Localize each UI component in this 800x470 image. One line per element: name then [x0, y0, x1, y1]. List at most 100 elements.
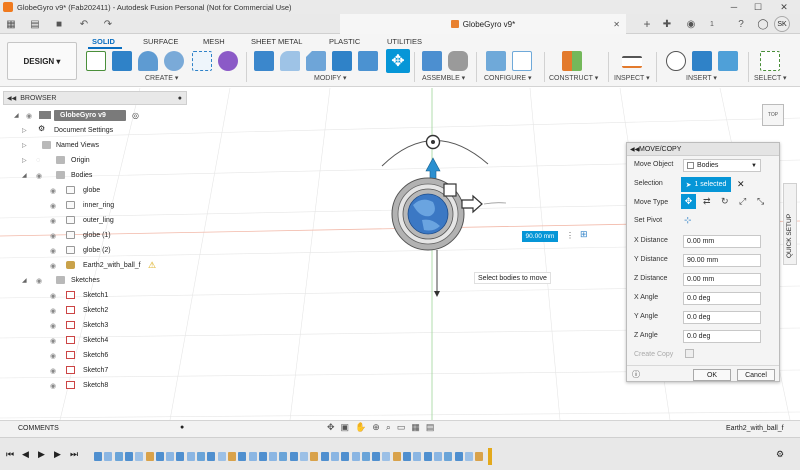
- visibility-eye-icon[interactable]: ◉: [36, 277, 42, 285]
- rotate-icon[interactable]: ↻: [721, 196, 729, 207]
- pan-icon[interactable]: ✋: [355, 422, 366, 433]
- timeline-forward-icon[interactable]: ▶: [54, 449, 61, 460]
- offset-plane-icon[interactable]: [562, 51, 582, 71]
- redo-icon[interactable]: ↷: [100, 17, 116, 31]
- timeline-feature-icon[interactable]: [413, 452, 422, 461]
- browser-item-globe-1[interactable]: ◉ globe (1): [46, 228, 196, 243]
- viewport-canvas[interactable]: ◀◀ BROWSER ● ◢ ◉ GlobeGyro v9 ◎ ▷ ⚙ Docu…: [0, 88, 800, 420]
- notification-count[interactable]: 1: [704, 17, 720, 31]
- help-circle-icon[interactable]: ◯: [756, 17, 770, 31]
- collapse-triangle-icon[interactable]: ◢: [14, 112, 19, 119]
- timeline-feature-icon[interactable]: [403, 452, 411, 461]
- visibility-eye-icon[interactable]: ◉: [50, 337, 56, 345]
- hidden-eye-icon[interactable]: ◌: [36, 157, 40, 164]
- browser-item-sketch3[interactable]: ◉ Sketch3: [46, 318, 196, 333]
- timeline-feature-icon[interactable]: [145, 452, 154, 461]
- modify-group-label[interactable]: MODIFY ▾: [314, 74, 347, 82]
- timeline-feature-icon[interactable]: [464, 452, 473, 461]
- timeline-feature-icon[interactable]: [279, 452, 288, 461]
- expand-triangle-icon[interactable]: ▷: [22, 142, 27, 149]
- expand-triangle-icon[interactable]: ▷: [22, 127, 27, 134]
- select-window-icon[interactable]: [760, 51, 780, 71]
- configuration-table-icon[interactable]: [512, 51, 532, 71]
- new-tab-icon[interactable]: +: [640, 17, 654, 31]
- timeline-feature-icon[interactable]: [392, 452, 401, 461]
- timeline-feature-icon[interactable]: [300, 452, 308, 461]
- y-distance-input[interactable]: 90.00 mm: [683, 254, 761, 267]
- viewcube[interactable]: TOP: [762, 104, 784, 126]
- hole-icon[interactable]: [164, 51, 184, 71]
- browser-item-globe-2[interactable]: ◉ globe (2): [46, 243, 196, 258]
- timeline-feature-icon[interactable]: [217, 452, 226, 461]
- visibility-eye-icon[interactable]: ◉: [50, 307, 56, 315]
- collapse-browser-icon[interactable]: ◀◀: [7, 95, 16, 102]
- timeline-feature-icon[interactable]: [475, 452, 484, 461]
- extensions-icon[interactable]: ✚: [660, 17, 674, 31]
- insert-canvas-icon[interactable]: [718, 51, 738, 71]
- browser-item-outer-ling[interactable]: ◉ outer_ling: [46, 213, 196, 228]
- timeline-feature-icon[interactable]: [330, 452, 339, 461]
- create-group-label[interactable]: CREATE ▾: [145, 74, 178, 82]
- extrude-icon[interactable]: [112, 51, 132, 71]
- look-at-icon[interactable]: ▣: [341, 422, 350, 433]
- dimension-options-icon[interactable]: ⊞: [580, 229, 588, 240]
- ok-button[interactable]: OK: [693, 369, 731, 381]
- browser-item-sketches[interactable]: ◢ ◉ Sketches: [22, 273, 192, 288]
- help-icon[interactable]: ?: [734, 17, 748, 31]
- maximize-button[interactable]: ☐: [746, 0, 770, 14]
- timeline-back-icon[interactable]: ◀: [22, 449, 29, 460]
- timeline-feature-icon[interactable]: [433, 452, 442, 461]
- timeline-play-icon[interactable]: ▶: [38, 449, 45, 460]
- joint-icon[interactable]: [448, 51, 468, 71]
- tab-mesh[interactable]: MESH: [203, 37, 225, 46]
- timeline-feature-icon[interactable]: [351, 452, 360, 461]
- timeline-feature-icon[interactable]: [197, 452, 205, 461]
- selection-button[interactable]: ➤ 1 selected: [681, 177, 731, 192]
- insert-group-label[interactable]: INSERT ▾: [686, 74, 717, 82]
- move-object-select[interactable]: Bodies ▼: [683, 159, 761, 172]
- quick-setup-tab[interactable]: QUICK SETUP: [783, 183, 797, 265]
- close-tab-icon[interactable]: ✕: [613, 20, 620, 29]
- timeline-feature-icon[interactable]: [444, 452, 453, 461]
- visibility-eye-icon[interactable]: ◉: [50, 232, 56, 240]
- visibility-eye-icon[interactable]: ◉: [36, 172, 42, 180]
- dialog-collapse-icon[interactable]: ◀◀: [630, 146, 639, 153]
- timeline-feature-icon[interactable]: [238, 452, 247, 461]
- data-panel-grid-icon[interactable]: ▦: [4, 17, 18, 31]
- point-to-position-icon[interactable]: ⤡: [757, 196, 764, 207]
- timeline-feature-icon[interactable]: [372, 452, 381, 461]
- browser-item-globe[interactable]: ◉ globe: [46, 183, 196, 198]
- visibility-eye-icon[interactable]: ◉: [50, 217, 56, 225]
- visibility-eye-icon[interactable]: ◉: [50, 202, 56, 210]
- grid-settings-icon[interactable]: ▦: [411, 422, 420, 433]
- viewports-icon[interactable]: ▤: [426, 422, 435, 433]
- undo-icon[interactable]: ↶: [76, 17, 92, 31]
- fillet-icon[interactable]: [280, 51, 300, 71]
- construct-group-label[interactable]: CONSTRUCT ▾: [549, 74, 598, 82]
- timeline-feature-icon[interactable]: [166, 452, 175, 461]
- display-settings-icon[interactable]: ▭: [397, 422, 406, 433]
- cancel-button[interactable]: Cancel: [737, 369, 775, 381]
- inspect-group-label[interactable]: INSPECT ▾: [614, 74, 650, 82]
- press-pull-icon[interactable]: [254, 51, 274, 71]
- timeline-feature-icon[interactable]: [289, 452, 298, 461]
- zoom-icon[interactable]: ⊕: [372, 422, 380, 433]
- minimize-button[interactable]: ─: [722, 0, 746, 14]
- timeline-feature-icon[interactable]: [207, 452, 216, 461]
- save-icon[interactable]: ■: [52, 17, 66, 31]
- y-angle-input[interactable]: 0.0 deg: [683, 311, 761, 324]
- timeline-feature-icon[interactable]: [248, 452, 257, 461]
- timeline-feature-icon[interactable]: [94, 452, 102, 461]
- assemble-group-label[interactable]: ASSEMBLE ▾: [422, 74, 465, 82]
- form-icon[interactable]: [218, 51, 238, 71]
- timeline-feature-icon[interactable]: [423, 452, 432, 461]
- timeline-feature-icon[interactable]: [341, 452, 350, 461]
- tab-sheet-metal[interactable]: SHEET METAL: [251, 37, 302, 46]
- timeline-feature-icon[interactable]: [135, 452, 144, 461]
- insert-mesh-icon[interactable]: [692, 51, 712, 71]
- visibility-eye-icon[interactable]: ◉: [50, 382, 56, 390]
- timeline-feature-icon[interactable]: [258, 452, 267, 461]
- shell-icon[interactable]: [358, 51, 378, 71]
- timeline-feature-icon[interactable]: [269, 452, 278, 461]
- collapse-triangle-icon[interactable]: ◢: [22, 277, 27, 284]
